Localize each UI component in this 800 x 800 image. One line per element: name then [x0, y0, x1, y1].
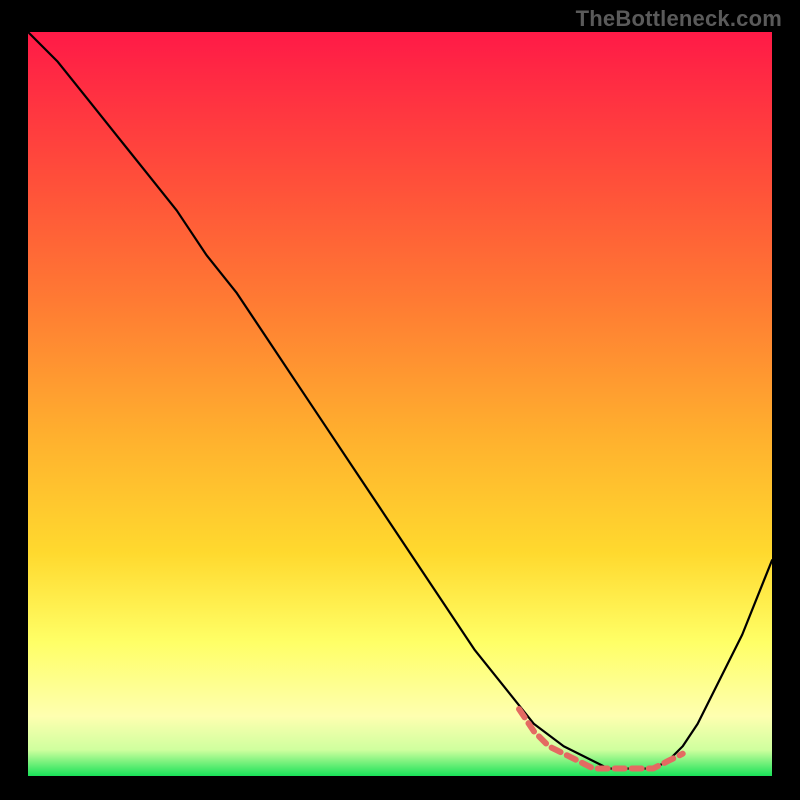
- chart-container: TheBottleneck.com: [0, 0, 800, 800]
- gradient-background: [28, 32, 772, 776]
- plot-area: [28, 32, 772, 776]
- chart-svg: [28, 32, 772, 776]
- watermark-text: TheBottleneck.com: [576, 6, 782, 32]
